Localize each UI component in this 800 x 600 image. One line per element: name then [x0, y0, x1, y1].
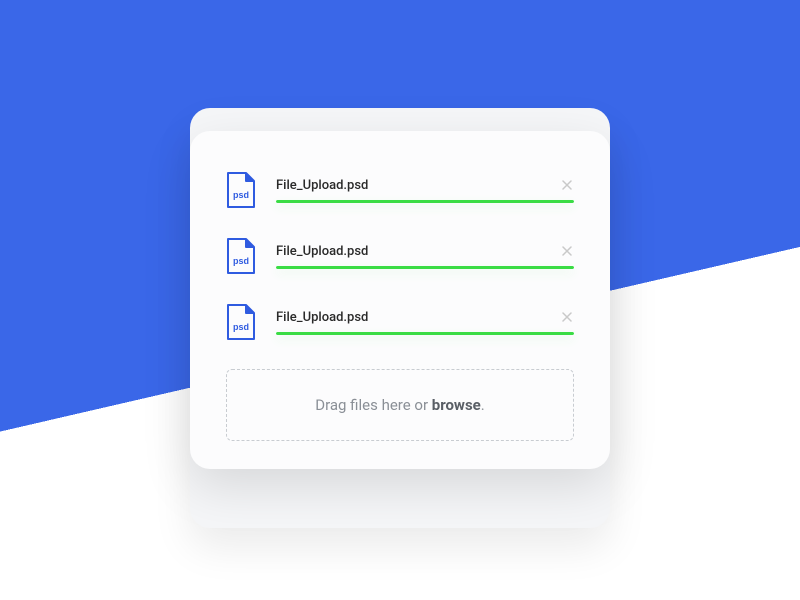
file-row: psd File_Upload.psd: [226, 237, 574, 275]
dropzone-suffix: .: [481, 396, 485, 414]
remove-file-button[interactable]: [560, 178, 574, 192]
progress-track: [276, 200, 574, 203]
remove-file-button[interactable]: [560, 244, 574, 258]
psd-file-icon: psd: [226, 303, 256, 341]
file-name: File_Upload.psd: [276, 310, 368, 325]
file-row: psd File_Upload.psd: [226, 171, 574, 209]
file-top: File_Upload.psd: [276, 178, 574, 193]
file-row: psd File_Upload.psd: [226, 303, 574, 341]
progress-track: [276, 332, 574, 335]
close-icon: [562, 180, 572, 190]
progress-track: [276, 266, 574, 269]
psd-file-icon: psd: [226, 237, 256, 275]
progress-fill: [276, 200, 574, 203]
close-icon: [562, 312, 572, 322]
progress-fill: [276, 266, 574, 269]
psd-file-icon: psd: [226, 171, 256, 209]
upload-card: psd File_Upload.psd psd: [190, 131, 610, 469]
dropzone[interactable]: Drag files here or browse.: [226, 369, 574, 441]
progress-fill: [276, 332, 574, 335]
remove-file-button[interactable]: [560, 310, 574, 324]
browse-link[interactable]: browse: [432, 396, 481, 414]
file-body: File_Upload.psd: [276, 310, 574, 335]
upload-stage: psd File_Upload.psd psd: [0, 0, 800, 600]
file-name: File_Upload.psd: [276, 244, 368, 259]
svg-text:psd: psd: [233, 190, 249, 200]
file-top: File_Upload.psd: [276, 310, 574, 325]
file-body: File_Upload.psd: [276, 244, 574, 269]
svg-text:psd: psd: [233, 256, 249, 266]
svg-text:psd: psd: [233, 322, 249, 332]
file-body: File_Upload.psd: [276, 178, 574, 203]
file-top: File_Upload.psd: [276, 244, 574, 259]
file-name: File_Upload.psd: [276, 178, 368, 193]
dropzone-prefix: Drag files here or: [315, 396, 432, 414]
close-icon: [562, 246, 572, 256]
